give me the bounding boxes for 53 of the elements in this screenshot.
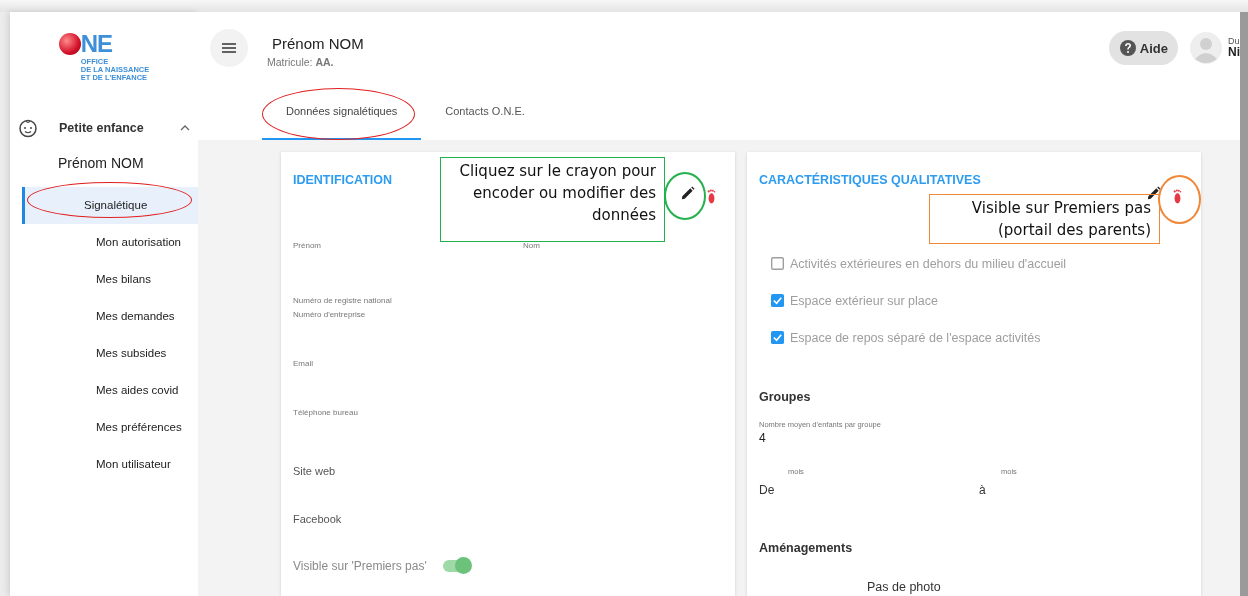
baby-face-icon [18,118,38,138]
sidebar-item[interactable]: Signalétique [22,187,198,224]
menu-button[interactable] [210,29,248,67]
sidebar-item[interactable]: Mes aides covid [22,372,198,409]
field-label: Email [293,359,313,368]
pencil-icon[interactable] [680,186,695,201]
pencil-icon[interactable] [1146,186,1161,201]
footprint-icon[interactable] [1172,188,1183,205]
card-title: CARACTÉRISTIQUES QUALITATIVES [759,173,981,187]
callout-box: Visible sur Premiers pas (portail des parents) [929,194,1160,244]
tab[interactable]: Contacts O.N.E. [421,84,549,140]
checkbox-label: Espace de repos séparé de l'espace activités [790,330,1041,345]
field-label: Téléphone bureau [293,408,358,417]
user-name: Du [1228,37,1240,47]
no-photo-text: Pas de photo [867,580,942,594]
menu-icon [222,43,236,53]
field-label: Numéro d'entreprise [293,310,366,319]
tab[interactable]: Données signalétiques [262,84,422,140]
input-field[interactable]: Facebook [293,513,342,525]
range-label: De [759,483,776,499]
help-button[interactable]: Aide [1108,31,1178,65]
person-title: Prénom NOM [272,34,364,52]
field-label: Prénom [293,241,322,252]
section-heading: Groupes [759,390,812,404]
sidebar-item[interactable]: Mon autorisation [22,224,198,261]
matricule-text: Matricule: AA. [267,55,335,68]
scrollbar[interactable] [1240,12,1248,596]
chevron-icon [180,125,190,131]
range-label: à [979,483,987,499]
checkbox[interactable] [771,294,784,307]
checkbox-label: Espace extérieur sur place [790,293,938,308]
person-name: Prénom NOM [58,155,145,173]
field-label: Numéro de registre national [293,296,392,305]
toggle-switch[interactable] [442,560,469,572]
user-name: Ni [1228,46,1240,59]
field-label: Nom [523,241,540,252]
sidebar-item[interactable]: Mes demandes [22,298,198,335]
callout-box: Cliquez sur le crayon pour encoder ou modifier des données [440,157,665,242]
checkbox[interactable] [771,331,784,344]
section-heading: Aménagements [759,541,854,555]
sidebar-section[interactable]: Petite enfance [10,116,198,140]
input-field[interactable]: Site web [293,465,336,477]
checkbox[interactable] [771,257,784,270]
sidebar-item[interactable]: Mon utilisateur [22,446,198,483]
sidebar-item[interactable]: Mes préférences [22,409,198,446]
field-value: 4 [759,431,767,445]
footprint-icon[interactable] [706,188,717,205]
sidebar-item[interactable]: Mes subsides [22,335,198,372]
card-title: IDENTIFICATION [293,173,393,187]
help-icon [1119,40,1136,56]
sidebar-item[interactable]: Mes bilans [22,261,198,298]
toggle-label: Visible sur 'Premiers pas' [293,559,427,573]
checkbox-label: Activités extérieures en dehors du milieu d'accueil [790,256,1067,271]
